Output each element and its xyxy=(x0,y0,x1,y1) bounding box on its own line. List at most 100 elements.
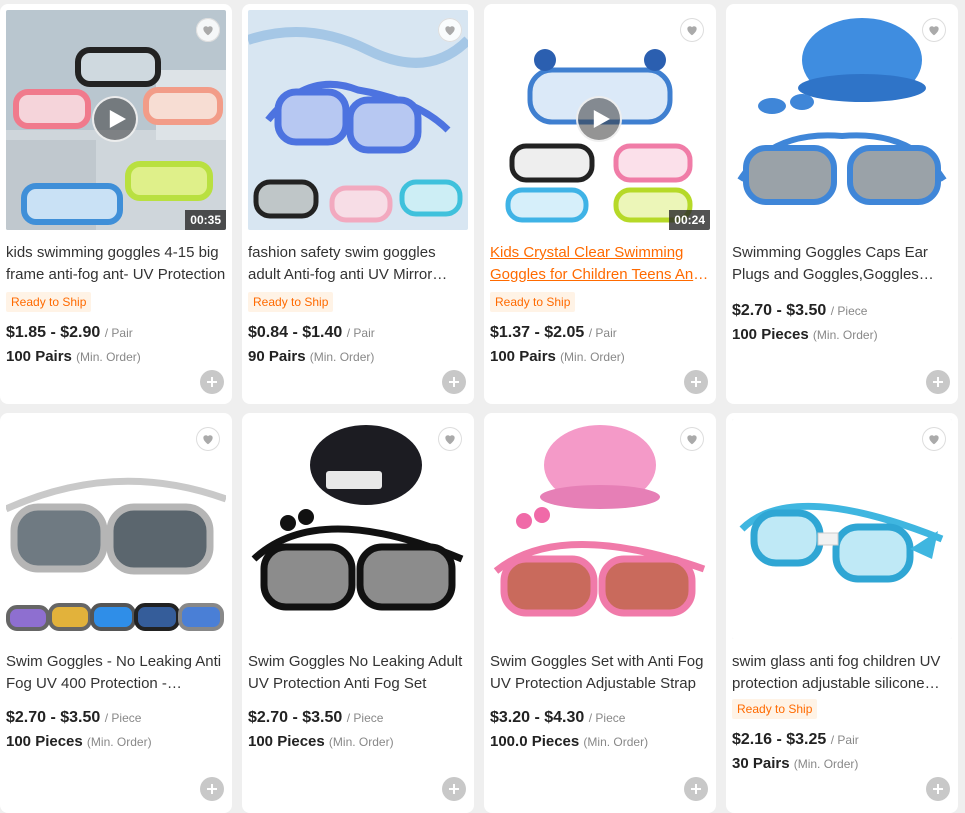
min-order-label: (Min. Order) xyxy=(309,350,375,364)
add-to-compare-button[interactable] xyxy=(442,777,466,801)
play-icon xyxy=(109,110,126,128)
product-title[interactable]: kids swimming goggles 4-15 big frame ant… xyxy=(6,242,226,286)
min-order-label: (Min. Order) xyxy=(812,328,878,342)
ready-to-ship-badge: Ready to Ship xyxy=(248,292,334,312)
moq-value: 30 Pairs xyxy=(732,755,790,772)
price-value: $1.37 - $2.05 xyxy=(490,324,585,341)
price-range: $2.70 - $3.50 / Piece xyxy=(248,709,383,727)
product-card[interactable]: Swim Goggles No Leaking Adult UV Protect… xyxy=(242,413,474,813)
add-to-compare-button[interactable] xyxy=(200,370,224,394)
product-title[interactable]: Swimming Goggles Caps Ear Plugs and Gogg… xyxy=(732,242,952,286)
min-order-quantity: 100 Pieces (Min. Order) xyxy=(6,733,152,750)
favorite-button[interactable] xyxy=(438,427,462,451)
product-title[interactable]: Swim Goggles Set with Anti Fog UV Protec… xyxy=(490,651,710,695)
plus-circle-icon xyxy=(449,784,459,794)
min-order-label: (Min. Order) xyxy=(793,757,859,771)
moq-value: 100 Pairs xyxy=(490,348,556,365)
heart-icon xyxy=(687,26,697,36)
price-value: $2.16 - $3.25 xyxy=(732,731,827,748)
price-unit: / Piece xyxy=(346,711,384,725)
favorite-button[interactable] xyxy=(196,18,220,42)
product-card[interactable]: 00:24 Kids Crystal Clear Swimming Goggle… xyxy=(484,4,716,404)
price-unit: / Pair xyxy=(104,326,133,340)
product-title[interactable]: fashion safety swim goggles adult Anti-f… xyxy=(248,242,468,286)
moq-value: 90 Pairs xyxy=(248,348,306,365)
ready-to-ship-badge: Ready to Ship xyxy=(490,292,576,312)
min-order-quantity: 100 Pieces (Min. Order) xyxy=(248,733,394,750)
heart-icon xyxy=(445,435,455,445)
plus-circle-icon xyxy=(691,377,701,387)
product-image[interactable]: 00:35 xyxy=(6,10,226,230)
favorite-button[interactable] xyxy=(922,427,946,451)
product-title[interactable]: swim glass anti fog children UV protecti… xyxy=(732,651,952,695)
product-image[interactable] xyxy=(732,419,952,639)
play-video-button[interactable] xyxy=(92,96,138,142)
plus-circle-icon xyxy=(933,784,943,794)
add-to-compare-button[interactable] xyxy=(442,370,466,394)
price-range: $0.84 - $1.40 / Pair xyxy=(248,324,375,342)
heart-icon xyxy=(929,435,939,445)
plus-circle-icon xyxy=(933,377,943,387)
product-image[interactable] xyxy=(248,10,468,230)
moq-value: 100 Pieces xyxy=(6,733,83,750)
favorite-button[interactable] xyxy=(922,18,946,42)
product-image[interactable] xyxy=(490,419,710,639)
product-card[interactable]: 00:35 kids swimming goggles 4-15 big fra… xyxy=(0,4,232,404)
price-value: $1.85 - $2.90 xyxy=(6,324,101,341)
price-range: $1.85 - $2.90 / Pair xyxy=(6,324,133,342)
play-video-button[interactable] xyxy=(576,96,622,142)
plus-circle-icon xyxy=(207,784,217,794)
favorite-button[interactable] xyxy=(196,427,220,451)
min-order-label: (Min. Order) xyxy=(328,735,394,749)
add-to-compare-button[interactable] xyxy=(684,777,708,801)
min-order-quantity: 100 Pieces (Min. Order) xyxy=(732,326,878,343)
product-card[interactable]: fashion safety swim goggles adult Anti-f… xyxy=(242,4,474,404)
product-card[interactable]: Swim Goggles Set with Anti Fog UV Protec… xyxy=(484,413,716,813)
price-unit: / Piece xyxy=(588,711,626,725)
product-title[interactable]: Swim Goggles No Leaking Adult UV Protect… xyxy=(248,651,468,695)
price-range: $2.70 - $3.50 / Piece xyxy=(732,302,867,320)
price-unit: / Piece xyxy=(830,304,868,318)
product-image[interactable] xyxy=(732,10,952,230)
product-title[interactable]: Swim Goggles - No Leaking Anti Fog UV 40… xyxy=(6,651,226,695)
min-order-quantity: 100 Pairs (Min. Order) xyxy=(490,348,625,365)
min-order-label: (Min. Order) xyxy=(583,735,649,749)
product-image[interactable] xyxy=(248,419,468,639)
video-duration: 00:24 xyxy=(669,210,710,230)
product-card[interactable]: swim glass anti fog children UV protecti… xyxy=(726,413,958,813)
ready-to-ship-badge: Ready to Ship xyxy=(732,699,818,719)
favorite-button[interactable] xyxy=(680,427,704,451)
plus-circle-icon xyxy=(449,377,459,387)
ready-to-ship-badge: Ready to Ship xyxy=(6,292,92,312)
min-order-quantity: 100.0 Pieces (Min. Order) xyxy=(490,733,648,750)
product-card[interactable]: Swimming Goggles Caps Ear Plugs and Gogg… xyxy=(726,4,958,404)
add-to-compare-button[interactable] xyxy=(926,777,950,801)
price-unit: / Piece xyxy=(104,711,142,725)
product-image[interactable] xyxy=(6,419,226,639)
add-to-compare-button[interactable] xyxy=(200,777,224,801)
add-to-compare-button[interactable] xyxy=(926,370,950,394)
price-range: $1.37 - $2.05 / Pair xyxy=(490,324,617,342)
min-order-quantity: 30 Pairs (Min. Order) xyxy=(732,755,858,772)
video-duration: 00:35 xyxy=(185,210,226,230)
product-image[interactable]: 00:24 xyxy=(490,10,710,230)
price-unit: / Pair xyxy=(830,733,859,747)
min-order-label: (Min. Order) xyxy=(86,735,152,749)
heart-icon xyxy=(929,26,939,36)
price-unit: / Pair xyxy=(346,326,375,340)
add-to-compare-button[interactable] xyxy=(684,370,708,394)
min-order-label: (Min. Order) xyxy=(76,350,141,364)
product-grid: 00:35 kids swimming goggles 4-15 big fra… xyxy=(0,0,965,813)
price-unit: / Pair xyxy=(588,326,617,340)
price-value: $0.84 - $1.40 xyxy=(248,324,343,341)
product-card[interactable]: Swim Goggles - No Leaking Anti Fog UV 40… xyxy=(0,413,232,813)
min-order-quantity: 100 Pairs (Min. Order) xyxy=(6,348,141,365)
price-value: $2.70 - $3.50 xyxy=(6,709,101,726)
product-title[interactable]: Kids Crystal Clear Swimming Goggles for … xyxy=(490,242,710,286)
plus-circle-icon xyxy=(691,784,701,794)
favorite-button[interactable] xyxy=(680,18,704,42)
favorite-button[interactable] xyxy=(438,18,462,42)
price-value: $3.20 - $4.30 xyxy=(490,709,585,726)
price-range: $2.70 - $3.50 / Piece xyxy=(6,709,141,727)
min-order-quantity: 90 Pairs (Min. Order) xyxy=(248,348,374,365)
